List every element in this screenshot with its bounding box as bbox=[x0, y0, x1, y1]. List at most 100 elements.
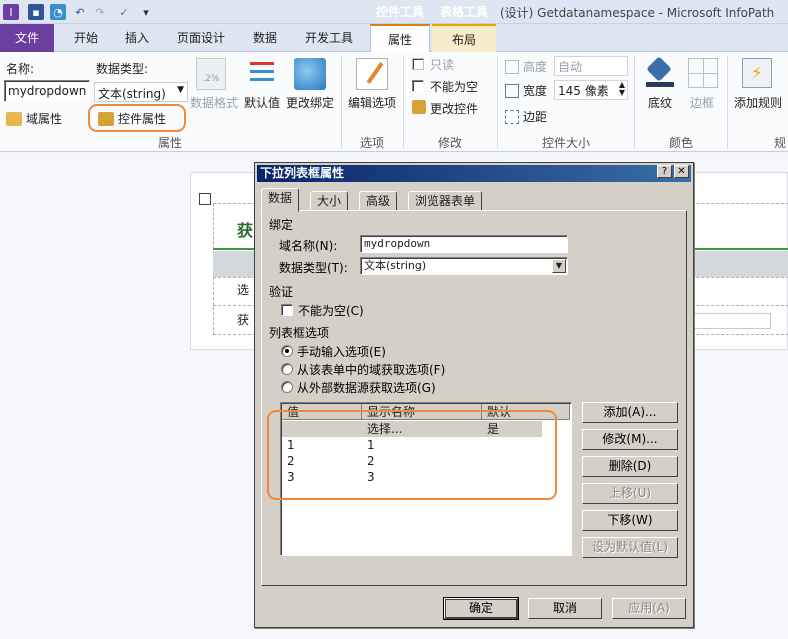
context-group-label: 表格工具 bbox=[439, 5, 488, 19]
context-group-label: 控件工具 bbox=[375, 5, 424, 19]
change-control-button[interactable]: 更改控件 bbox=[430, 100, 478, 117]
move-down-button[interactable]: 下移(W) bbox=[582, 510, 678, 531]
save-icon[interactable]: ▪ bbox=[28, 4, 44, 20]
tab-home[interactable]: 开始 bbox=[58, 24, 114, 52]
tab-data[interactable]: 数据 bbox=[244, 24, 286, 52]
options-list-highlight bbox=[267, 410, 557, 500]
delete-option-button[interactable]: 删除(D) bbox=[582, 456, 678, 477]
spin-icon[interactable]: ▲ ▼ bbox=[619, 81, 625, 97]
margins-button[interactable]: 边距 bbox=[523, 108, 547, 125]
row-label-get: 获 bbox=[237, 313, 250, 327]
width-value: 145 像素 bbox=[558, 84, 609, 98]
group-label-rules: 规 bbox=[773, 136, 786, 150]
group-label-options: 选项 bbox=[359, 136, 384, 150]
tab-advanced[interactable]: 高级 bbox=[359, 191, 398, 211]
radio-form-fields[interactable] bbox=[281, 363, 293, 375]
table-select-handle[interactable] bbox=[199, 193, 211, 205]
context-group-table-tools: 表格工具 bbox=[432, 0, 496, 24]
readonly-label: 只读 bbox=[430, 58, 455, 72]
list-options-section-label: 列表框选项 bbox=[269, 326, 330, 340]
close-icon[interactable]: ✕ bbox=[674, 165, 689, 178]
shading-icon bbox=[646, 56, 674, 88]
preview-icon[interactable]: ◔ bbox=[50, 4, 66, 20]
radio-manual-label: 手动输入选项(E) bbox=[297, 345, 386, 359]
modify-option-button[interactable]: 修改(M)... bbox=[582, 429, 678, 450]
redo-icon[interactable]: ↷ bbox=[92, 4, 108, 20]
binding-section-label: 绑定 bbox=[269, 218, 294, 232]
tab-layout[interactable]: 布局 bbox=[432, 24, 496, 52]
ribbon: 名称: 数据类型: mydropdown 文本(string) ▼ 域属性 控件… bbox=[0, 52, 788, 152]
data-format-icon: .2% bbox=[196, 58, 226, 90]
group-separator bbox=[727, 56, 728, 148]
context-group-control-tools: 控件工具 bbox=[370, 0, 430, 24]
edit-options-icon bbox=[356, 58, 388, 90]
name-label: 名称: bbox=[6, 62, 35, 76]
help-icon[interactable]: ? bbox=[657, 165, 672, 178]
shading-button[interactable]: 底纹 bbox=[648, 94, 672, 111]
add-rule-button[interactable]: 添加规则 bbox=[734, 94, 782, 111]
set-default-button[interactable]: 设为默认值(L) bbox=[582, 537, 678, 558]
datatype-label: 数据类型: bbox=[96, 62, 149, 76]
radio-external-source-label: 从外部数据源获取选项(G) bbox=[297, 381, 436, 395]
ok-button[interactable]: 确定 bbox=[443, 597, 519, 620]
datatype-select[interactable]: 文本(string) ▼ bbox=[94, 82, 188, 102]
change-binding-button[interactable]: 更改绑定 bbox=[286, 94, 334, 111]
text-box[interactable] bbox=[691, 313, 771, 329]
data-type-select[interactable]: 文本(string) ▼ bbox=[360, 257, 568, 275]
cancel-button[interactable]: 取消 bbox=[528, 598, 602, 619]
radio-external-source[interactable] bbox=[281, 381, 293, 393]
control-properties-icon bbox=[98, 111, 114, 126]
control-properties-label: 控件属性 bbox=[118, 112, 167, 126]
customize-qat-icon[interactable]: ▾ bbox=[138, 4, 154, 20]
data-format-button[interactable]: 数据格式 bbox=[190, 94, 238, 111]
chevron-down-icon[interactable]: ▼ bbox=[552, 259, 566, 273]
spellcheck-icon[interactable]: ✓ bbox=[116, 4, 132, 20]
move-up-button[interactable]: 上移(U) bbox=[582, 483, 678, 504]
readonly-checkbox[interactable] bbox=[412, 58, 424, 70]
group-separator bbox=[634, 56, 635, 148]
apply-button[interactable]: 应用(A) bbox=[612, 598, 686, 619]
tab-data[interactable]: 数据 bbox=[261, 188, 300, 212]
tab-size[interactable]: 大小 bbox=[310, 191, 349, 211]
default-value-button[interactable]: 默认值 bbox=[244, 94, 280, 111]
title-bar: I ▪ ◔ ↶ ↷ ✓ ▾ 控件工具 表格工具 (设计) Getdataname… bbox=[0, 0, 788, 24]
field-properties-button[interactable]: 域属性 bbox=[6, 110, 62, 127]
borders-button[interactable]: 边框 bbox=[690, 94, 714, 111]
dialog-title: 下拉列表框属性 bbox=[257, 165, 691, 182]
window-title: (设计) Getdatanamespace - Microsoft InfoPa… bbox=[500, 6, 775, 20]
cannot-be-blank-label: 不能为空(C) bbox=[298, 304, 364, 318]
edit-options-button[interactable]: 编辑选项 bbox=[348, 94, 396, 111]
chevron-down-icon: ▼ bbox=[177, 85, 184, 95]
margins-icon bbox=[505, 110, 519, 124]
group-label-modify: 修改 bbox=[437, 136, 462, 150]
width-input[interactable]: 145 像素 ▲ ▼ bbox=[554, 80, 628, 100]
not-blank-checkbox[interactable] bbox=[412, 80, 424, 92]
group-label-properties: 属性 bbox=[157, 136, 182, 150]
infopath-logo-icon: I bbox=[3, 4, 19, 20]
add-option-button[interactable]: 添加(A)... bbox=[582, 402, 678, 423]
control-properties-button[interactable]: 控件属性 bbox=[98, 110, 166, 127]
tab-browser-forms[interactable]: 浏览器表单 bbox=[408, 191, 483, 211]
radio-manual[interactable] bbox=[281, 345, 293, 357]
add-rule-icon: ⚡ bbox=[742, 58, 772, 88]
change-control-icon bbox=[412, 100, 426, 114]
name-input[interactable]: mydropdown bbox=[4, 80, 90, 102]
radio-form-fields-label: 从该表单中的域获取选项(F) bbox=[297, 363, 446, 377]
field-name-input[interactable]: mydropdown bbox=[360, 235, 568, 253]
data-type-value: 文本(string) bbox=[364, 259, 427, 272]
cannot-be-blank-checkbox[interactable] bbox=[281, 304, 293, 316]
tab-file[interactable]: 文件 bbox=[0, 24, 54, 52]
tab-developer[interactable]: 开发工具 bbox=[296, 24, 362, 52]
default-value-icon bbox=[246, 58, 278, 90]
width-icon bbox=[505, 84, 519, 98]
field-name-label: 域名称(N): bbox=[279, 239, 338, 253]
row-label-select: 选 bbox=[237, 283, 250, 297]
tab-properties[interactable]: 属性 bbox=[370, 24, 430, 53]
height-input[interactable]: 自动 bbox=[554, 56, 628, 76]
undo-icon[interactable]: ↶ bbox=[72, 4, 88, 20]
tab-page-design[interactable]: 页面设计 bbox=[166, 24, 236, 52]
datatype-select-value: 文本(string) bbox=[98, 87, 166, 101]
ribbon-tab-row: 文件 开始 插入 页面设计 数据 开发工具 属性 布局 bbox=[0, 24, 788, 53]
change-binding-icon bbox=[294, 58, 326, 90]
tab-insert[interactable]: 插入 bbox=[114, 24, 160, 52]
